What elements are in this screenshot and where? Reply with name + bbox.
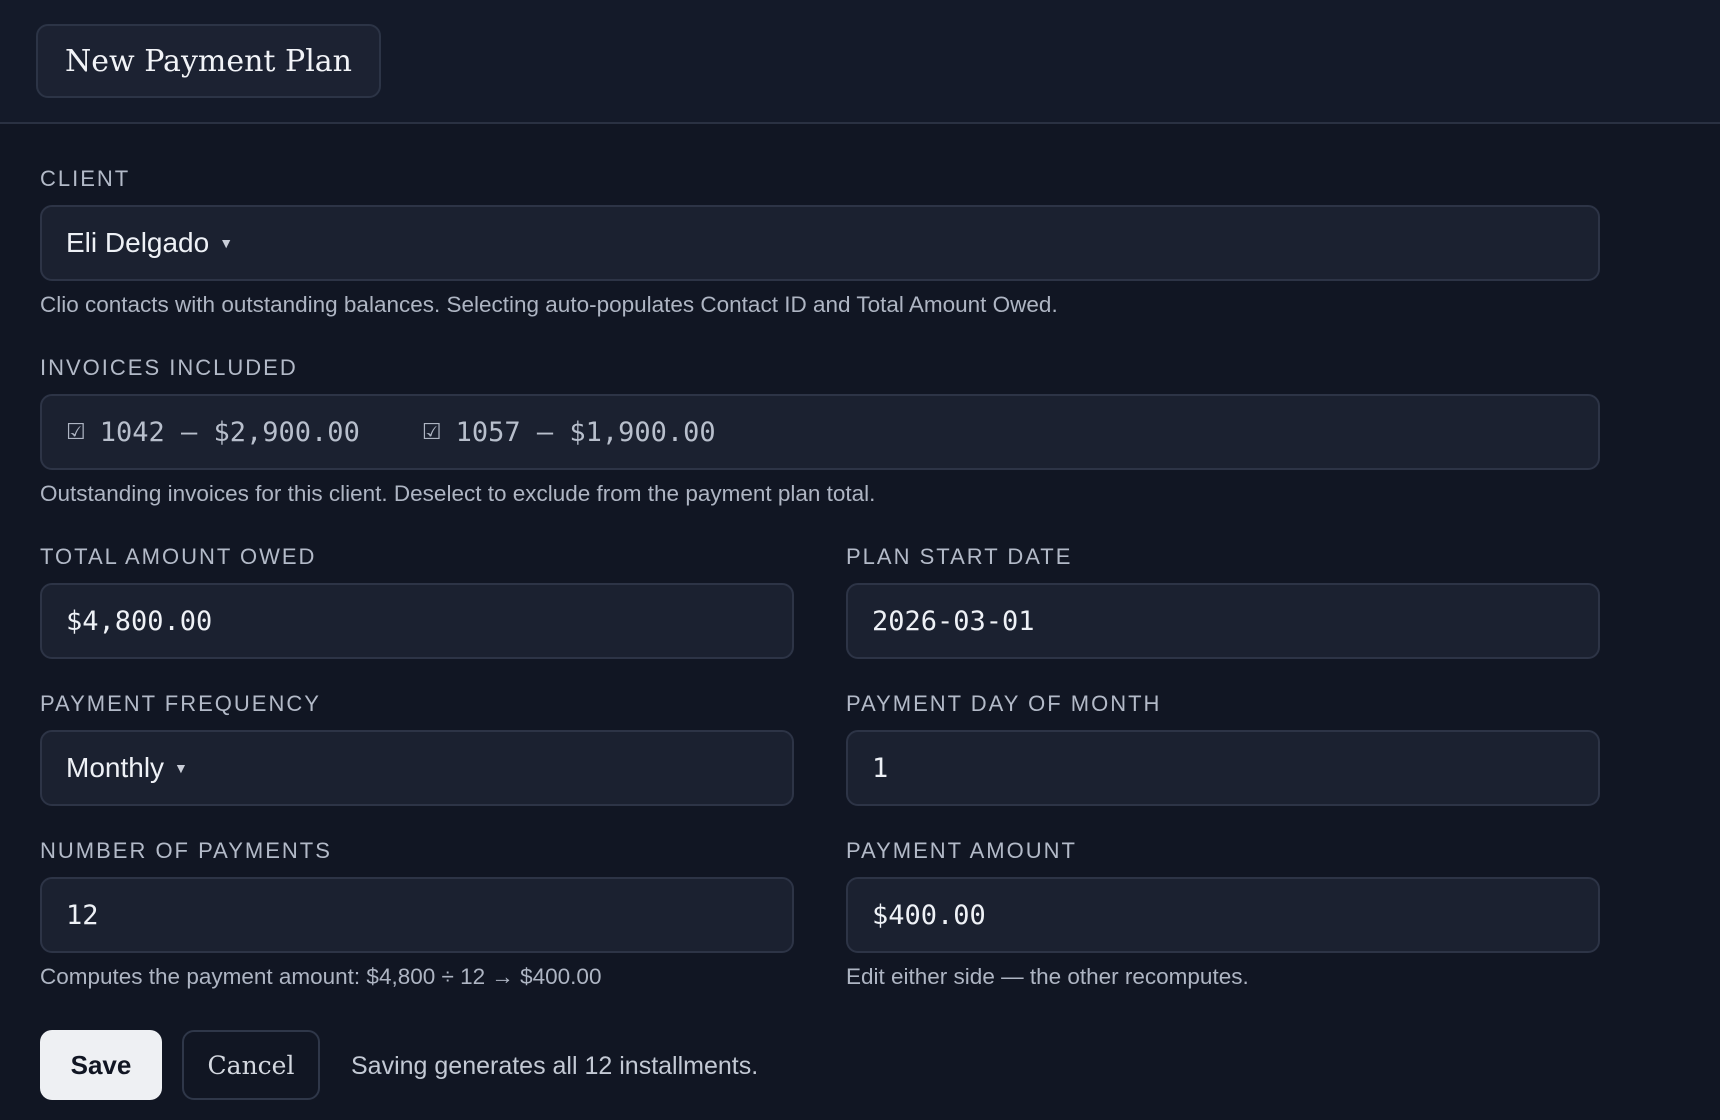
invoices-box: ☑ 1042 — $2,900.00 ☑ 1057 — $1,900.00 bbox=[40, 394, 1600, 470]
payment-amount-input[interactable]: $400.00 bbox=[846, 877, 1600, 953]
frequency-select-value: Monthly bbox=[66, 752, 165, 783]
cancel-button[interactable]: Cancel bbox=[182, 1030, 320, 1100]
start-date-label: PLAN START DATE bbox=[846, 544, 1073, 569]
invoices-help-text: Outstanding invoices for this client. De… bbox=[40, 481, 876, 506]
day-of-month-value: 1 bbox=[872, 752, 889, 784]
client-select[interactable]: Eli Delgado ▼ bbox=[40, 205, 1600, 281]
caret-down-icon: ▼ bbox=[174, 760, 188, 776]
start-date-value: 2026-03-01 bbox=[872, 605, 1035, 637]
num-payments-value: 12 bbox=[66, 899, 99, 931]
invoice-option-1042[interactable]: ☑ 1042 — $2,900.00 bbox=[66, 417, 360, 448]
app-header: New Payment Plan bbox=[0, 0, 1720, 124]
checkbox-checked-icon[interactable]: ☑ bbox=[422, 420, 442, 445]
tab-new-payment-plan[interactable]: New Payment Plan bbox=[36, 24, 381, 98]
payment-amount-value: $400.00 bbox=[872, 899, 986, 931]
invoices-label: INVOICES INCLUDED bbox=[40, 355, 298, 380]
client-select-value: Eli Delgado bbox=[66, 227, 210, 258]
save-button[interactable]: Save bbox=[40, 1030, 162, 1100]
total-owed-input[interactable]: $4,800.00 bbox=[40, 583, 794, 659]
invoice-option-1057[interactable]: ☑ 1057 — $1,900.00 bbox=[422, 417, 716, 448]
start-date-input[interactable]: 2026-03-01 bbox=[846, 583, 1600, 659]
checkbox-checked-icon[interactable]: ☑ bbox=[66, 420, 86, 445]
payment-amount-help-text: Edit either side — the other recomputes. bbox=[846, 964, 1249, 989]
total-owed-value: $4,800.00 bbox=[66, 605, 213, 637]
invoice-option-label: 1042 — $2,900.00 bbox=[99, 416, 360, 448]
caret-down-icon: ▼ bbox=[219, 235, 234, 251]
num-payments-input[interactable]: 12 bbox=[40, 877, 794, 953]
payment-amount-label: PAYMENT AMOUNT bbox=[846, 838, 1077, 863]
client-help-text: Clio contacts with outstanding balances.… bbox=[40, 292, 1058, 317]
save-note: Saving generates all 12 installments. bbox=[351, 1052, 759, 1080]
num-payments-label: NUMBER OF PAYMENTS bbox=[40, 838, 332, 863]
client-label: CLIENT bbox=[40, 166, 131, 191]
frequency-select[interactable]: Monthly ▼ bbox=[40, 730, 794, 806]
day-of-month-input[interactable]: 1 bbox=[846, 730, 1600, 806]
invoice-option-label: 1057 — $1,900.00 bbox=[455, 416, 716, 448]
num-payments-help-text: Computes the payment amount: $4,800 ÷ 12… bbox=[40, 964, 602, 989]
frequency-label: PAYMENT FREQUENCY bbox=[40, 691, 321, 716]
day-of-month-label: PAYMENT DAY OF MONTH bbox=[846, 691, 1162, 716]
total-owed-label: TOTAL AMOUNT OWED bbox=[40, 544, 317, 569]
